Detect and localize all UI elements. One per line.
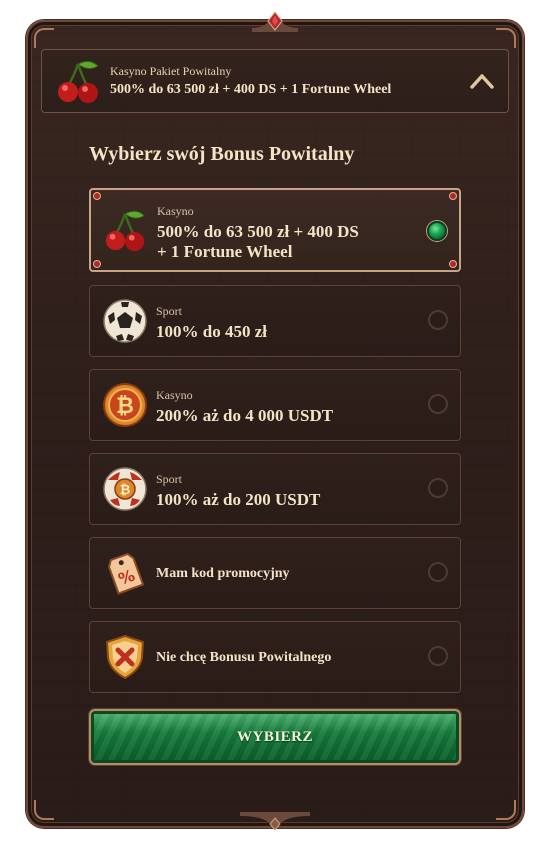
soccer-ball-icon (103, 299, 147, 343)
bonus-option-promo-code[interactable]: % Mam kod promocyjny (89, 537, 461, 609)
option-label: Nie chcę Bonusu Powitalnego (156, 650, 332, 665)
corner-ornament (34, 800, 54, 820)
option-category: Sport (156, 472, 183, 486)
radio-unselected[interactable] (428, 310, 448, 330)
promo-tag-icon: % (107, 552, 145, 595)
option-bonus-text: 100% aż do 200 USDT (156, 490, 321, 509)
svg-text:₿: ₿ (116, 394, 134, 419)
top-gem-ornament (252, 11, 298, 32)
option-bonus-text: 100% do 450 zł (156, 322, 267, 341)
bonus-option-casino-usdt[interactable]: ₿ Kasyno 200% aż do 4 000 USDT (89, 369, 461, 441)
option-bonus-line1: 500% do 63 500 zł + 400 DS (157, 222, 359, 241)
option-label: Mam kod promocyjny (156, 566, 290, 581)
option-bonus-text: 200% aż do 4 000 USDT (156, 406, 334, 425)
svg-text:₿: ₿ (120, 483, 131, 498)
radio-unselected[interactable] (428, 394, 448, 414)
page-title: Wybierz swój Bonus Powitalny (89, 143, 355, 165)
radio-unselected[interactable] (428, 646, 448, 666)
shield-x-icon (105, 634, 145, 680)
cherry-icon (105, 210, 145, 252)
corner-ornament (496, 28, 516, 48)
radio-unselected[interactable] (428, 478, 448, 498)
bonus-option-casino-package[interactable]: Kasyno 500% do 63 500 zł + 400 DS + 1 Fo… (89, 188, 461, 272)
radio-unselected[interactable] (428, 562, 448, 582)
bonus-option-sport[interactable]: Sport 100% do 450 zł (89, 285, 461, 357)
option-category: Kasyno (156, 388, 193, 402)
option-bonus-line2: + 1 Fortune Wheel (157, 242, 293, 261)
gem-ornament (449, 192, 457, 200)
gem-ornament (449, 260, 457, 268)
bitcoin-ball-icon: ₿ (103, 467, 147, 511)
selected-bonus-header[interactable]: Kasyno Pakiet Powitalny 500% do 63 500 z… (41, 49, 509, 113)
bitcoin-coin-icon: ₿ (103, 383, 147, 427)
gem-ornament (93, 192, 101, 200)
bonus-option-no-bonus[interactable]: Nie chcę Bonusu Powitalnego (89, 621, 461, 693)
choose-button[interactable]: WYBIERZ (89, 709, 461, 765)
bonus-option-sport-usdt[interactable]: ₿ Sport 100% aż do 200 USDT (89, 453, 461, 525)
corner-ornament (496, 800, 516, 820)
option-category: Sport (156, 304, 183, 318)
radio-selected[interactable] (427, 221, 447, 241)
bottom-ornament (240, 812, 310, 831)
corner-ornament (34, 28, 54, 48)
header-category: Kasyno Pakiet Powitalny (110, 64, 232, 78)
chevron-up-icon[interactable] (470, 72, 494, 90)
option-category: Kasyno (157, 204, 194, 218)
gem-ornament (93, 260, 101, 268)
header-bonus-text: 500% do 63 500 zł + 400 DS + 1 Fortune W… (110, 82, 392, 97)
cherry-icon (58, 60, 99, 103)
